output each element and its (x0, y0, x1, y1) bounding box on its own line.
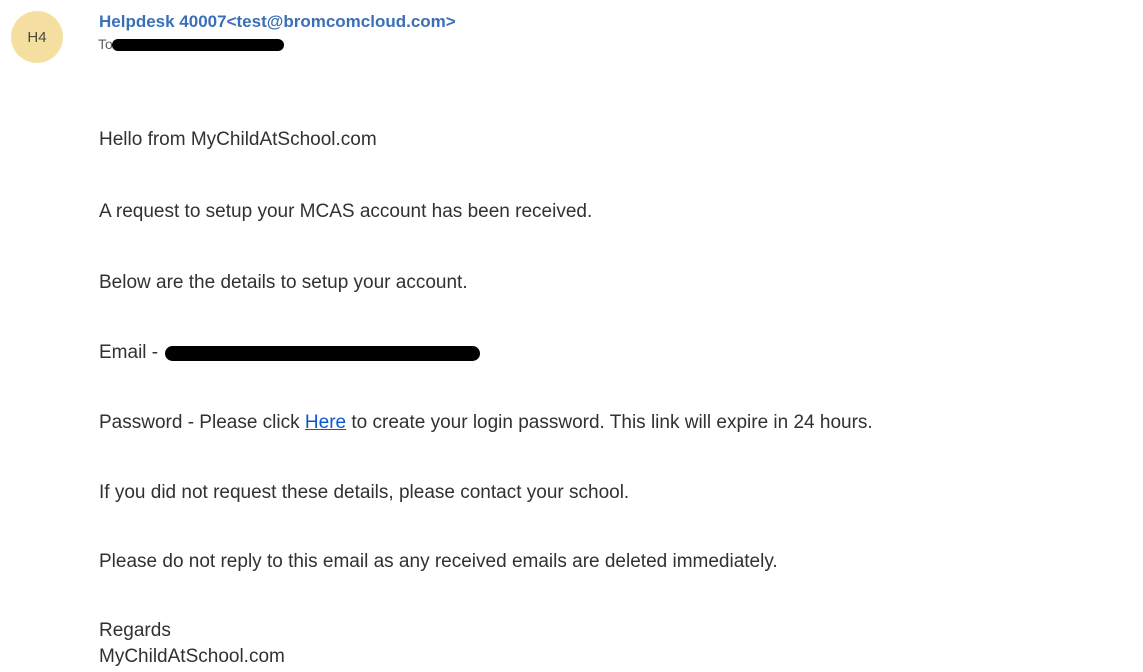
request-text: A request to setup your MCAS account has… (99, 201, 593, 222)
contact-school-text: If you did not request these details, pl… (99, 482, 630, 503)
regards-text: Regards (99, 620, 171, 641)
signature-text: MyChildAtSchool.com (99, 646, 285, 667)
greeting-text: Hello from MyChildAtSchool.com (99, 129, 377, 150)
to-line: To: (98, 36, 288, 53)
create-password-link[interactable]: Here (305, 412, 346, 433)
password-line: Password - Please click Here to create y… (99, 412, 873, 434)
sender-name[interactable]: Helpdesk 40007<test@bromcomcloud.com> (99, 12, 456, 32)
password-prefix: Password - Please click (99, 412, 305, 433)
recipient-redaction (112, 39, 284, 51)
password-suffix: to create your login password. This link… (346, 412, 873, 433)
sender-avatar[interactable]: H4 (11, 11, 63, 63)
email-line: Email - (99, 342, 481, 364)
details-intro-text: Below are the details to setup your acco… (99, 272, 468, 293)
no-reply-text: Please do not reply to this email as any… (99, 551, 778, 572)
email-label: Email - (99, 342, 164, 363)
email-redaction (165, 345, 481, 361)
avatar-initials: H4 (27, 28, 47, 46)
